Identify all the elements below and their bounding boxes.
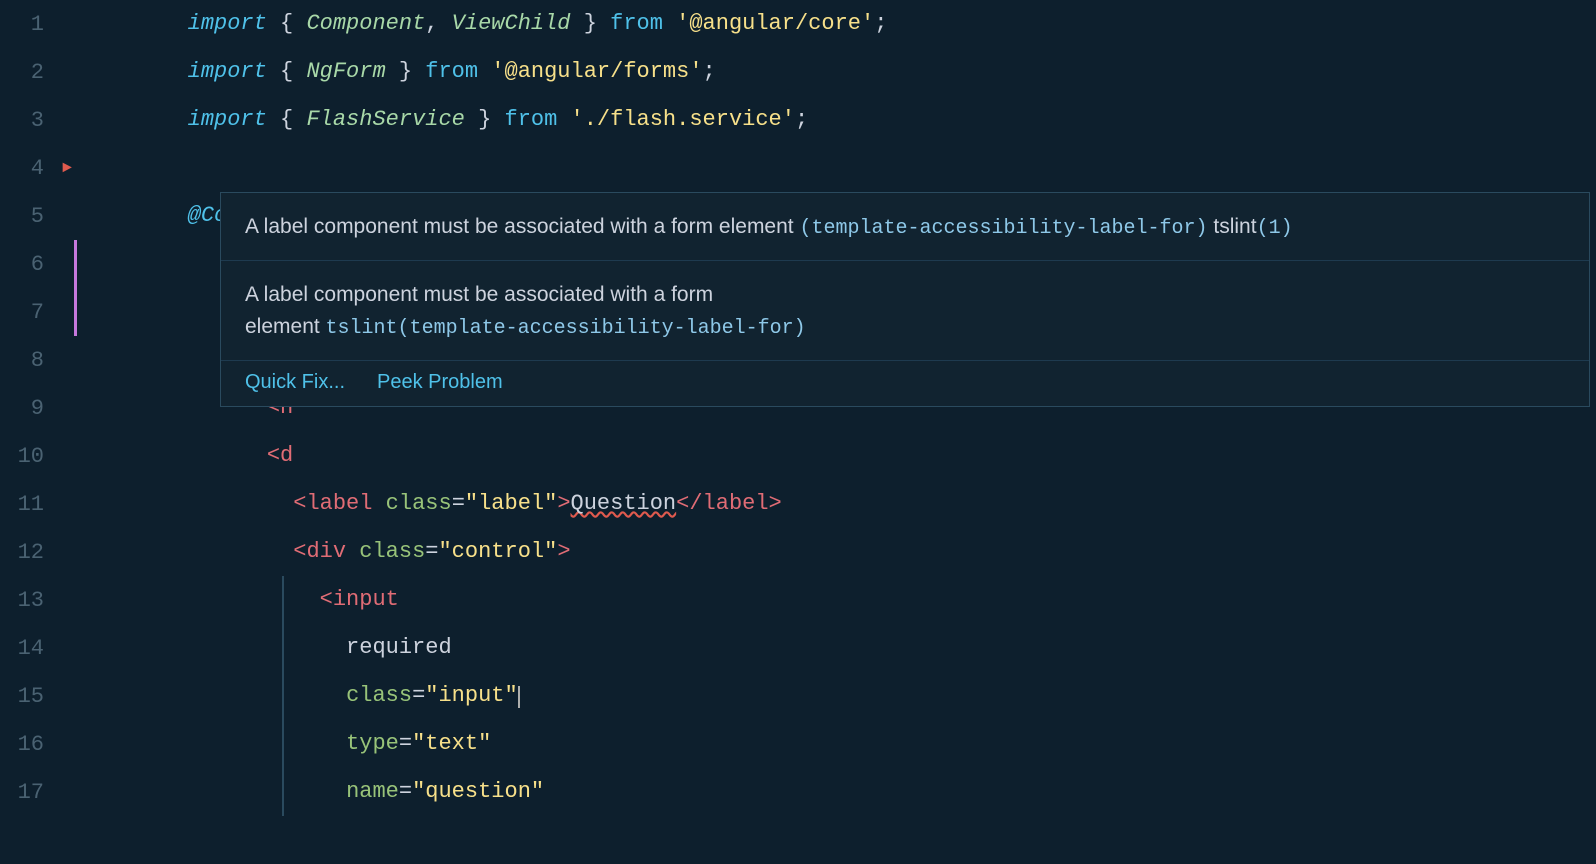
indent-bar-17 [282, 768, 284, 816]
line-number-9: 9 [0, 396, 60, 421]
hover-tslint-2: tslint(template-accessibility-label-for) [326, 317, 806, 340]
token-space-3 [557, 107, 570, 132]
hover-accessor-mono: (template-accessibility-label-for) [799, 217, 1207, 240]
line-number-16: 16 [0, 732, 60, 757]
line-number-4: 4 [0, 156, 60, 181]
hover-section-2: A label component must be associated wit… [221, 261, 1589, 361]
token-semi-1: ; [874, 11, 887, 36]
line-number-11: 11 [0, 492, 60, 517]
code-area: 1 import { Component, ViewChild } from '… [0, 0, 1596, 864]
hover-text-1: A label component must be associated wit… [245, 215, 799, 238]
line-number-17: 17 [0, 780, 60, 805]
editor-container: 1 import { Component, ViewChild } from '… [0, 0, 1596, 864]
line-number-6: 6 [0, 252, 60, 277]
token-question-value: "question" [412, 779, 544, 804]
hover-section-1: A label component must be associated wit… [221, 193, 1589, 261]
token-import-3: import [188, 107, 267, 132]
hover-tslint-1: tslint [1208, 215, 1257, 238]
token-question-text: Question [571, 491, 677, 516]
debug-arrow: ► [62, 159, 72, 177]
line-number-15: 15 [0, 684, 60, 709]
code-line-3: 3 import { FlashService } from './flash.… [0, 96, 1596, 144]
token-div-gt: > [557, 539, 570, 564]
line-number-5: 5 [0, 204, 60, 229]
token-string-3: './flash.service' [571, 107, 795, 132]
token-equals-12: = [425, 539, 438, 564]
token-flashservice: FlashService [306, 107, 464, 132]
gutter-4: ► [60, 159, 74, 177]
token-semi-3: ; [795, 107, 808, 132]
hover-tslint-num: (1) [1257, 217, 1293, 240]
quick-fix-button[interactable]: Quick Fix... [245, 371, 345, 394]
line-number-8: 8 [0, 348, 60, 373]
line-number-12: 12 [0, 540, 60, 565]
line-number-7: 7 [0, 300, 60, 325]
token-from-3: from [505, 107, 558, 132]
token-indent-17 [188, 779, 346, 804]
token-equals-17: = [399, 779, 412, 804]
line-number-13: 13 [0, 588, 60, 613]
line-number-1: 1 [0, 12, 60, 37]
line-number-3: 3 [0, 108, 60, 133]
hover-actions: Quick Fix... Peek Problem [221, 361, 1589, 406]
peek-problem-button[interactable]: Peek Problem [377, 371, 503, 394]
text-cursor [518, 686, 520, 708]
hover-widget: A label component must be associated wit… [220, 192, 1590, 407]
token-label-close: </label> [676, 491, 782, 516]
token-brace-3: { [267, 107, 307, 132]
token-name-attr: name [346, 779, 399, 804]
code-line-17: 17 name="question" [0, 768, 1596, 816]
line-number-10: 10 [0, 444, 60, 469]
token-control-value: "control" [438, 539, 557, 564]
token-brace-3b: } [465, 107, 505, 132]
line-number-14: 14 [0, 636, 60, 661]
line-content-17: name="question" [74, 720, 544, 864]
line-number-2: 2 [0, 60, 60, 85]
